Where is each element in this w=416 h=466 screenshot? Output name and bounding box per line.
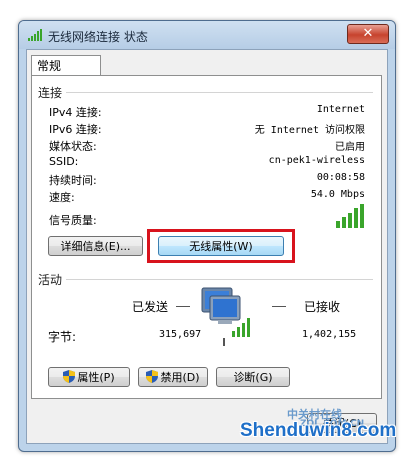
info-value: 54.0 Mbps bbox=[310, 189, 365, 200]
diagnose-button[interactable]: 诊断(G) bbox=[216, 367, 290, 387]
bytes-received-value: 1,402,155 bbox=[302, 329, 357, 340]
title-bar[interactable]: 无线网络连接 状态 ✕ bbox=[19, 21, 395, 49]
properties-label: 属性(P) bbox=[77, 371, 115, 384]
received-label: 已接收 bbox=[304, 300, 341, 314]
properties-button[interactable]: 属性(P) bbox=[48, 367, 130, 387]
uac-shield-icon bbox=[146, 370, 159, 383]
disable-label: 禁用(D) bbox=[160, 371, 200, 384]
signal-quality-label: 信号质量: bbox=[49, 214, 97, 227]
highlight-box bbox=[147, 229, 295, 263]
info-label: SSID: bbox=[49, 155, 79, 168]
window-title: 无线网络连接 状态 bbox=[48, 30, 148, 44]
connection-section-title: 连接 bbox=[38, 86, 63, 100]
sent-dash bbox=[176, 306, 190, 307]
info-label: 媒体状态: bbox=[49, 140, 97, 153]
info-label: 持续时间: bbox=[49, 174, 97, 187]
general-panel: 连接 IPv4 连接: Internet IPv6 连接: 无 Internet… bbox=[31, 75, 382, 399]
info-label: 速度: bbox=[49, 191, 75, 204]
section-divider bbox=[66, 279, 373, 280]
uac-shield-icon bbox=[63, 370, 76, 383]
section-divider bbox=[66, 92, 373, 93]
received-dash bbox=[272, 306, 286, 307]
info-label: IPv6 连接: bbox=[49, 123, 102, 136]
details-button[interactable]: 详细信息(E)... bbox=[48, 236, 143, 256]
info-value: 无 Internet 访问权限 bbox=[254, 125, 365, 136]
dialog-client-area: 常规 连接 IPv4 连接: Internet IPv6 连接: 无 Inter… bbox=[26, 49, 388, 444]
window-close-button[interactable]: ✕ bbox=[347, 24, 389, 44]
bytes-sent-value: 315,697 bbox=[159, 329, 202, 340]
network-computer-icon bbox=[201, 287, 250, 346]
info-row-media: 媒体状态: 已启用 bbox=[49, 138, 365, 154]
signal-quality-row: 信号质量: bbox=[49, 212, 365, 228]
watermark-site-text: Shenduwin8.com bbox=[240, 420, 397, 441]
info-value: 已启用 bbox=[335, 142, 365, 153]
info-row-ssid: SSID: cn-pek1-wireless bbox=[49, 155, 365, 171]
activity-section-title: 活动 bbox=[38, 273, 63, 287]
disable-button[interactable]: 禁用(D) bbox=[138, 367, 208, 387]
status-dialog: 无线网络连接 状态 ✕ 常规 连接 IPv4 连接: Internet IPv6… bbox=[18, 20, 396, 452]
bytes-label: 字节: bbox=[48, 330, 77, 344]
info-row-speed: 速度: 54.0 Mbps bbox=[49, 189, 365, 205]
info-label: IPv4 连接: bbox=[49, 106, 102, 119]
info-value: Internet bbox=[316, 104, 365, 115]
sent-label: 已发送 bbox=[132, 300, 169, 314]
tab-general[interactable]: 常规 bbox=[31, 55, 101, 75]
wireless-signal-icon bbox=[28, 29, 42, 41]
info-value: cn-pek1-wireless bbox=[268, 155, 365, 166]
signal-strength-icon bbox=[336, 204, 364, 228]
info-row-duration: 持续时间: 00:08:58 bbox=[49, 172, 365, 188]
info-value: 00:08:58 bbox=[316, 172, 365, 183]
info-row-ipv4: IPv4 连接: Internet bbox=[49, 104, 365, 120]
info-row-ipv6: IPv6 连接: 无 Internet 访问权限 bbox=[49, 121, 365, 137]
close-icon: ✕ bbox=[362, 26, 374, 41]
